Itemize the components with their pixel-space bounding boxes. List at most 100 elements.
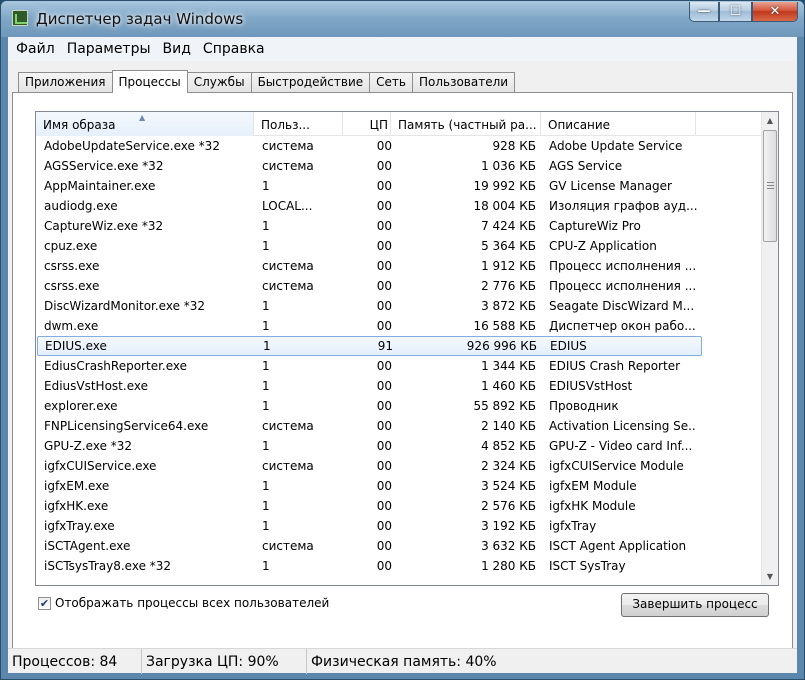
cell-memory: 3 524 КБ: [481, 479, 536, 493]
cell-user: 1: [262, 379, 270, 393]
end-process-button[interactable]: Завершить процесс: [621, 593, 769, 617]
menu-file[interactable]: Файл: [8, 37, 61, 61]
cell-cpu: 91: [377, 339, 393, 353]
column-header-name[interactable]: ▲ Имя образа: [36, 112, 254, 136]
menu-help[interactable]: Справка: [197, 37, 271, 61]
table-row[interactable]: cpuz.exe 1 00 5 364 КБ CPU-Z Application: [36, 236, 761, 256]
table-row[interactable]: csrss.exe система 00 2 776 КБ Процесс исполн…: [36, 276, 761, 296]
cell-cpu: 00: [376, 359, 392, 373]
processes-panel: ▲ Имя образа Польз... ЦП Память (частный…: [12, 92, 793, 655]
cell-cpu: 00: [376, 299, 392, 313]
cell-user: 1: [263, 339, 271, 353]
table-row-selected[interactable]: EDIUS.exe 1 91 926 996 КБ EDIUS: [37, 336, 702, 356]
column-header-user[interactable]: Польз...: [254, 112, 343, 136]
cell-description: Процесс исполнения ...: [549, 259, 697, 273]
cell-user: система: [262, 279, 314, 293]
maximize-button[interactable]: ☐: [719, 2, 752, 22]
cell-description: GV License Manager: [549, 179, 672, 193]
tab-processes[interactable]: Процессы: [111, 70, 188, 93]
cell-user: 1: [262, 439, 270, 453]
cell-memory: 1 280 КБ: [481, 559, 536, 573]
table-row[interactable]: GPU-Z.exe *32 1 00 4 852 КБ GPU-Z - Video ca…: [36, 436, 761, 456]
column-header-memory[interactable]: Память (частный ра...: [391, 112, 541, 136]
minimize-icon: —: [697, 4, 711, 19]
close-icon: ✕: [769, 4, 781, 19]
table-row[interactable]: igfxTray.exe 1 00 3 192 КБ igfxTray: [36, 516, 761, 536]
cell-description: EDIUSVstHost: [549, 379, 633, 393]
cell-cpu: 00: [376, 439, 392, 453]
cell-cpu: 00: [376, 419, 392, 433]
menu-options[interactable]: Параметры: [61, 37, 157, 61]
process-list[interactable]: ▲ Имя образа Польз... ЦП Память (частный…: [35, 111, 779, 586]
column-header-description[interactable]: Описание: [541, 112, 696, 136]
cell-image-name: explorer.exe: [44, 399, 118, 413]
table-row[interactable]: EdiusCrashReporter.exe 1 00 1 344 КБ EDIUS C…: [36, 356, 761, 376]
table-row[interactable]: AdobeUpdateService.exe *32 система 00 928 К…: [36, 136, 761, 156]
table-row[interactable]: csrss.exe система 00 1 912 КБ Процесс исполн…: [36, 256, 761, 276]
table-row[interactable]: CaptureWiz.exe *32 1 00 7 424 КБ CaptureWiz …: [36, 216, 761, 236]
table-row[interactable]: FNPLicensingService64.exe система 00 2 140 …: [36, 416, 761, 436]
minimize-button[interactable]: —: [689, 2, 719, 22]
table-row[interactable]: igfxEM.exe 1 00 3 524 КБ igfxEM Module: [36, 476, 761, 496]
cell-user: система: [262, 459, 314, 473]
cell-user: LOCAL...: [262, 199, 313, 213]
tab-network[interactable]: Сеть: [369, 72, 413, 92]
cell-image-name: igfxTray.exe: [44, 519, 115, 533]
cell-cpu: 00: [376, 219, 392, 233]
show-all-users-option[interactable]: ✔ Отображать процессы всех пользователей: [38, 596, 329, 610]
table-row[interactable]: EdiusVstHost.exe 1 00 1 460 КБ EDIUSVstHost: [36, 376, 761, 396]
table-row[interactable]: AppMaintainer.exe 1 00 19 992 КБ GV License …: [36, 176, 761, 196]
cell-image-name: AdobeUpdateService.exe *32: [44, 139, 220, 153]
cell-description: Adobe Update Service: [549, 139, 683, 153]
table-row[interactable]: iSCTAgent.exe система 00 3 632 КБ ISCT Agent…: [36, 536, 761, 556]
cell-image-name: EDIUS.exe: [45, 339, 107, 353]
scroll-up-arrow-icon[interactable]: ▲: [762, 112, 778, 129]
cell-user: 1: [262, 479, 270, 493]
cell-memory: 2 576 КБ: [481, 499, 536, 513]
title-bar[interactable]: Диспетчер задач Windows — ☐ ✕: [1, 1, 804, 37]
cell-memory: 926 996 КБ: [466, 339, 537, 353]
cell-memory: 1 460 КБ: [481, 379, 536, 393]
cell-description: Seagate DiscWizard M...: [549, 299, 695, 313]
table-row[interactable]: DiscWizardMonitor.exe *32 1 00 3 872 КБ Seag…: [36, 296, 761, 316]
table-row[interactable]: explorer.exe 1 00 55 892 КБ Проводник: [36, 396, 761, 416]
cell-cpu: 00: [376, 499, 392, 513]
cell-user: 1: [262, 299, 270, 313]
table-row[interactable]: igfxCUIService.exe система 00 2 324 КБ igfxC…: [36, 456, 761, 476]
cell-description: AGS Service: [549, 159, 623, 173]
cell-image-name: CaptureWiz.exe *32: [44, 219, 164, 233]
cell-memory: 18 004 КБ: [473, 199, 536, 213]
cell-image-name: GPU-Z.exe *32: [44, 439, 133, 453]
vertical-scrollbar[interactable]: ▲ ▼: [761, 112, 778, 585]
table-row[interactable]: igfxHK.exe 1 00 2 576 КБ igfxHK Module: [36, 496, 761, 516]
cell-user: 1: [262, 519, 270, 533]
cell-image-name: iSCTsysTray8.exe *32: [44, 559, 172, 573]
status-physical-memory: Физическая память: 40%: [311, 654, 497, 670]
menu-view[interactable]: Вид: [157, 37, 197, 61]
table-row[interactable]: AGSService.exe *32 система 00 1 036 КБ AGS S…: [36, 156, 761, 176]
window-title: Диспетчер задач Windows: [36, 10, 244, 28]
tab-applications[interactable]: Приложения: [18, 72, 113, 92]
cell-image-name: igfxEM.exe: [44, 479, 110, 493]
scroll-down-arrow-icon[interactable]: ▼: [762, 568, 778, 585]
tab-performance[interactable]: Быстродействие: [250, 72, 371, 92]
cell-image-name: FNPLicensingService64.exe: [44, 419, 209, 433]
window-controls: — ☐ ✕: [689, 2, 798, 22]
show-all-users-checkbox[interactable]: ✔: [38, 596, 51, 610]
cell-user: 1: [262, 399, 270, 413]
column-header-cpu[interactable]: ЦП: [343, 112, 391, 136]
table-row[interactable]: iSCTsysTray8.exe *32 1 00 1 280 КБ ISCT SysT…: [36, 556, 761, 576]
cell-cpu: 00: [376, 539, 392, 553]
cell-cpu: 00: [376, 519, 392, 533]
cell-description: igfxTray: [549, 519, 597, 533]
tab-services[interactable]: Службы: [186, 72, 252, 92]
checkmark-icon: ✔: [39, 596, 50, 610]
scrollbar-thumb[interactable]: [763, 130, 777, 242]
table-row[interactable]: audiodg.exe LOCAL... 00 18 004 КБ Изоляция г…: [36, 196, 761, 216]
close-button[interactable]: ✕: [752, 2, 798, 22]
table-row[interactable]: dwm.exe 1 00 16 588 КБ Диспетчер окон рабо..…: [36, 316, 761, 336]
cell-user: 1: [262, 239, 270, 253]
cell-memory: 928 КБ: [492, 139, 536, 153]
task-manager-window: Диспетчер задач Windows — ☐ ✕ Файл Парам…: [0, 0, 805, 680]
tab-users[interactable]: Пользователи: [411, 72, 516, 92]
